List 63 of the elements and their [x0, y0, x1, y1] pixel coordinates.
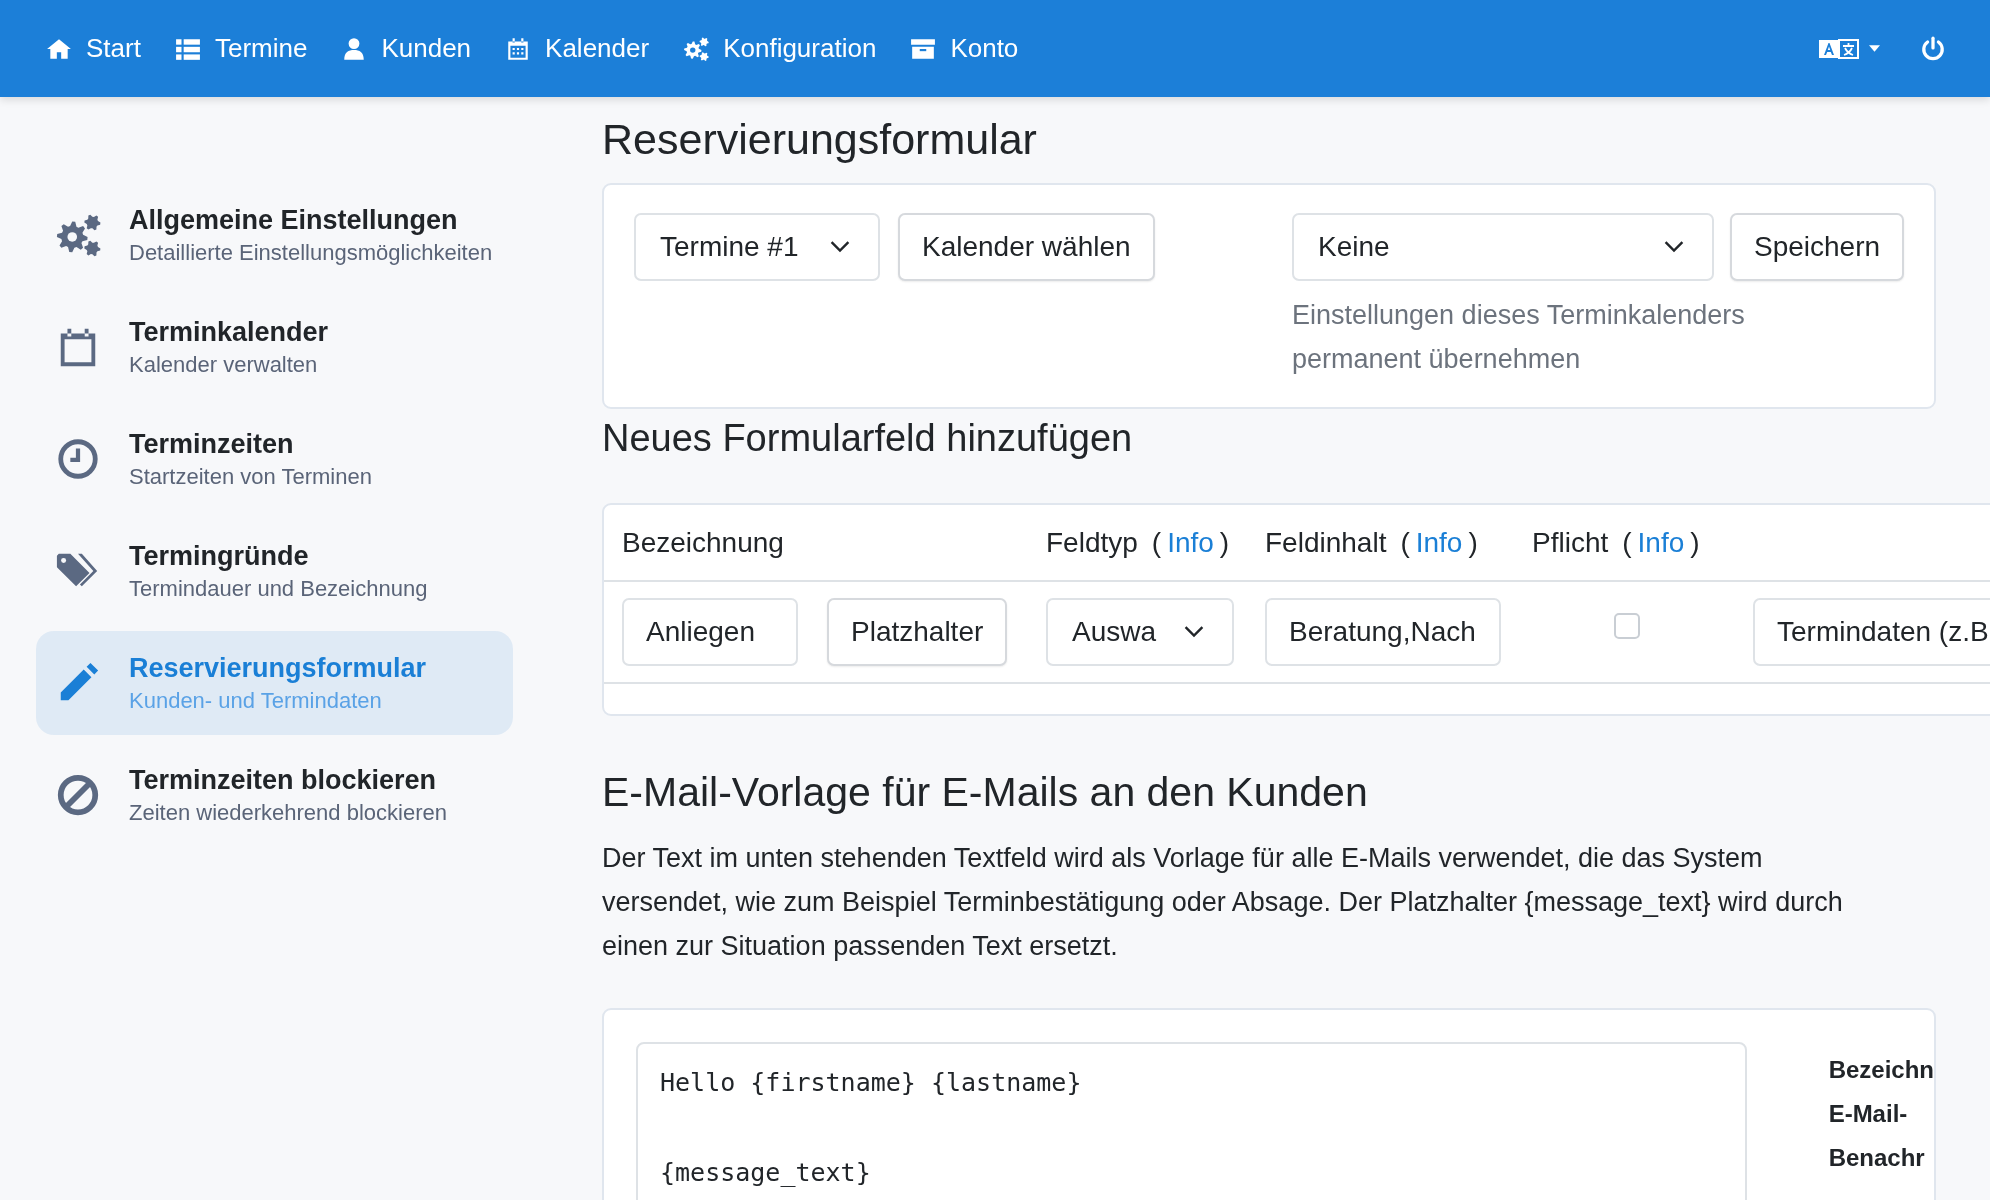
save-hint: Einstellungen dieses Terminkalenders permanent übernehmen — [1292, 299, 1746, 376]
calendar-select[interactable]: Termine #1 — [634, 213, 880, 281]
required-checkbox[interactable] — [1614, 613, 1640, 639]
caret-icon — [1869, 45, 1880, 52]
sidebar-item[interactable]: Terminzeiten blockieren Zeiten wiederkehrend blockieren — [36, 743, 513, 847]
sidebar-item-title: Termingründe — [129, 540, 310, 573]
sidebar-item-subtitle: Termindauer und Bezeichnung — [129, 575, 428, 603]
gears-icon — [55, 212, 101, 258]
column-header: Bezeichnung — [622, 526, 784, 559]
sidebar-item[interactable]: Terminkalender Kalender verwalten — [36, 295, 513, 399]
field-label: Bezeichn — [1828, 1055, 1934, 1085]
column-header: Feldinhalt — [1265, 526, 1387, 559]
info-link-group: ( Info ) — [1400, 526, 1478, 559]
sidebar-item-subtitle: Detaillierte Einstellungsmöglichkeiten — [129, 239, 493, 267]
save-button[interactable]: Speichern — [1730, 213, 1905, 281]
section-title: Neues Formularfeld hinzufügen — [602, 416, 1134, 461]
sidebar-item-subtitle: Startzeiten von Terminen — [129, 463, 372, 491]
text-input[interactable]: Termindaten (z.B — [1753, 598, 1990, 666]
sidebar-item[interactable]: Terminzeiten Startzeiten von Terminen — [36, 407, 513, 511]
choose-calendar-button[interactable]: Kalender wählen — [898, 213, 1155, 281]
info-link-group: ( Info ) — [1622, 526, 1700, 559]
name-input[interactable]: Anliegen — [622, 598, 798, 666]
gears-icon — [683, 35, 710, 62]
field-content-input[interactable]: Beratung,Nach — [1265, 598, 1501, 666]
nav-link[interactable]: Konfiguration — [683, 33, 877, 64]
chevron-icon — [830, 241, 850, 253]
page-title: Reservierungsformular — [602, 114, 1038, 165]
chevron-icon — [1184, 626, 1204, 638]
sidebar-item-title: Allgemeine Einstellungen — [129, 204, 459, 237]
template-select[interactable]: Keine — [1292, 213, 1714, 281]
sidebar-item[interactable]: Allgemeine Einstellungen Detaillierte Einstellungsmöglichkeiten — [36, 183, 513, 287]
sidebar-item-subtitle: Zeiten wiederkehrend blockieren — [129, 799, 447, 827]
info-link[interactable]: Info — [1409, 526, 1469, 558]
nav-link[interactable]: Konto — [910, 33, 1019, 64]
info-link-group: ( Info ) — [1151, 526, 1230, 559]
description-text: Der Text im unten stehenden Textfeld wird als Vorlage für alle E-Mails verwendet, die das System versendet, wie zum Beispiel Terminbestätigung oder Absage. Der Platzhalter {message_text} wird durch einen zur Situation passenden Text ersetzt. — [602, 842, 1844, 963]
sidebar-item[interactable]: Termingründe Termindauer und Bezeichnung — [36, 519, 513, 623]
language-dropdown[interactable] — [1819, 37, 1880, 60]
translate-icon — [1819, 37, 1859, 60]
placeholder-button[interactable]: Platzhalter — [827, 598, 1008, 666]
chevron-icon — [1664, 241, 1684, 253]
sidebar-item-title: Terminzeiten blockieren — [129, 764, 438, 797]
nav-link[interactable]: Kunden — [341, 33, 472, 64]
field-type-select[interactable]: Auswa — [1046, 598, 1234, 666]
sidebar-item-title: Reservierungsformular — [129, 652, 427, 685]
template-textarea[interactable]: Hello {firstname} {lastname} {message_text} — [636, 1042, 1747, 1200]
sidebar-item-subtitle: Kalender verwalten — [129, 351, 319, 379]
sidebar-item-subtitle: Kunden- und Termindaten — [129, 687, 383, 715]
info-link[interactable]: Info — [1631, 526, 1691, 558]
sidebar-item-title: Terminzeiten — [129, 428, 295, 461]
column-header: Pflicht — [1532, 526, 1609, 559]
field-label: E-Mail- — [1828, 1099, 1909, 1129]
field-label: Benachr — [1828, 1143, 1926, 1173]
info-link[interactable]: Info — [1161, 526, 1220, 558]
section-title: E-Mail-Vorlage für E-Mails an den Kunden — [602, 768, 1369, 817]
nav-link[interactable]: Termine — [174, 33, 308, 64]
nav-link[interactable]: Start — [46, 33, 141, 64]
sidebar-item-title: Terminkalender — [129, 316, 329, 349]
clock-icon — [55, 436, 101, 482]
prohibited-icon — [55, 772, 101, 818]
power-icon[interactable] — [1920, 35, 1946, 62]
nav-link[interactable]: Kalender — [505, 33, 650, 64]
column-header: Feldtyp — [1046, 526, 1138, 559]
